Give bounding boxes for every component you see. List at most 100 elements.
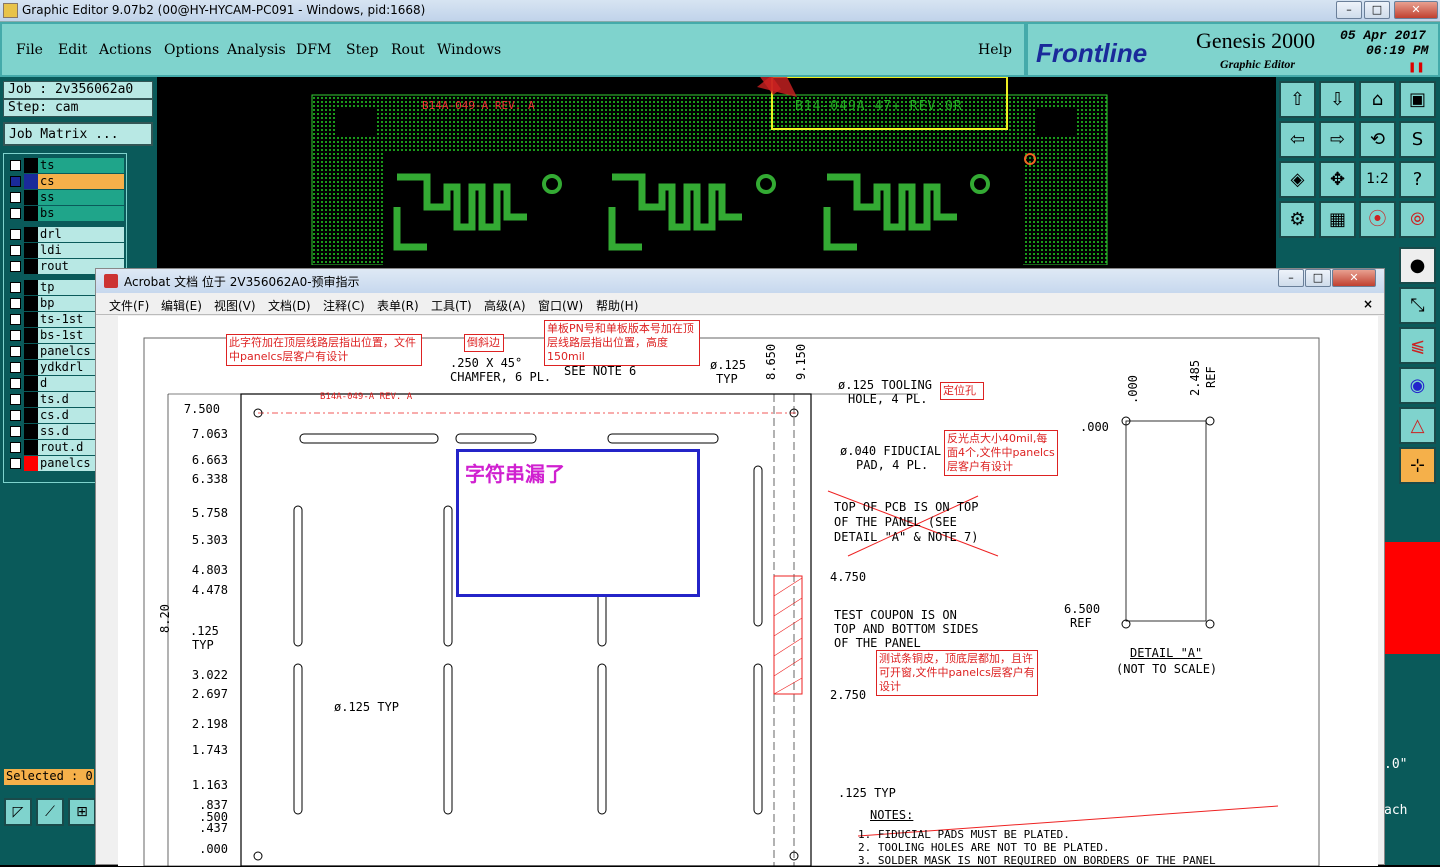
- layer-checkbox[interactable]: [10, 229, 21, 240]
- layer-checkbox[interactable]: [10, 394, 21, 405]
- canvas-label-right: B14-049A-47+ REV:0R: [795, 99, 963, 114]
- acro-menu-edit[interactable]: 编辑(E): [161, 297, 202, 314]
- scale-icon[interactable]: 1:2: [1359, 161, 1396, 198]
- layer-row-ss[interactable]: ss: [6, 190, 124, 205]
- job-matrix-button[interactable]: Job Matrix ...: [3, 122, 153, 146]
- layer-checkbox[interactable]: [10, 208, 21, 219]
- layer-checkbox[interactable]: [10, 160, 21, 171]
- redraw-icon[interactable]: ⟲: [1359, 121, 1396, 158]
- dia-125-typ: TYP: [716, 372, 738, 386]
- acro-menu-window[interactable]: 窗口(W): [538, 297, 583, 314]
- graphic-canvas[interactable]: B14A-049-A REV. A B14-049A-47+ REV:0R: [157, 44, 1280, 266]
- acro-menu-document[interactable]: 文档(D): [268, 297, 311, 314]
- pan-left-icon[interactable]: ⇦: [1279, 121, 1316, 158]
- layer-checkbox[interactable]: [10, 314, 21, 325]
- acro-menu-help[interactable]: 帮助(H): [596, 297, 638, 314]
- align-icon[interactable]: ⫹: [1399, 327, 1436, 364]
- window-icon[interactable]: ▣: [1399, 81, 1436, 118]
- page-up-icon[interactable]: ⇧: [1279, 81, 1316, 118]
- acro-menu-advanced[interactable]: 高级(A): [484, 297, 526, 314]
- maximize-button[interactable]: □: [1364, 1, 1390, 19]
- annotation-2[interactable]: 倒斜边: [464, 334, 504, 352]
- acro-menu-tools[interactable]: 工具(T): [431, 297, 472, 314]
- acro-menu-comment[interactable]: 注释(C): [323, 297, 365, 314]
- layer-row-ldi[interactable]: ldi: [6, 243, 124, 258]
- layer-checkbox[interactable]: [10, 330, 21, 341]
- home-icon[interactable]: ⌂: [1359, 81, 1396, 118]
- annotation-1[interactable]: 此字符加在顶层线路层指出位置，文件中panelcs层客户有设计: [226, 334, 422, 366]
- vertical-dim: 8.20: [158, 604, 172, 633]
- select-icon[interactable]: ⊹: [1399, 447, 1436, 484]
- zoom-in-icon[interactable]: ✥: [1319, 161, 1356, 198]
- grid-view-icon[interactable]: ▦: [1319, 201, 1356, 238]
- layer-checkbox[interactable]: [10, 426, 21, 437]
- close-button[interactable]: ✕: [1394, 1, 1438, 19]
- grid-icon[interactable]: ⊞: [68, 798, 96, 826]
- connect-icon[interactable]: ⤡: [1399, 287, 1436, 324]
- menu-windows[interactable]: Windows: [437, 42, 501, 58]
- layer-checkbox[interactable]: [10, 346, 21, 357]
- pdf-icon: [104, 274, 118, 288]
- layer-checkbox[interactable]: [10, 442, 21, 453]
- canvas-label-left: B14A-049-A REV. A: [422, 99, 535, 112]
- record-icon[interactable]: ●: [1399, 247, 1436, 284]
- snap-icon[interactable]: ⦾: [1399, 201, 1436, 238]
- help-icon[interactable]: ?: [1399, 161, 1436, 198]
- layer-checkbox[interactable]: [10, 458, 21, 469]
- annotation-5[interactable]: 反光点大小40mil,每面4个,文件中panelcs层客户有设计: [944, 430, 1058, 476]
- layer-checkbox[interactable]: [10, 410, 21, 421]
- layer-checkbox[interactable]: [10, 298, 21, 309]
- menu-dfm[interactable]: DFM: [296, 42, 331, 58]
- annotation-6[interactable]: 测试条铜皮，顶底层都加，且许可开窗,文件中panelcs层客户有设计: [876, 650, 1038, 696]
- zoom-fit-icon[interactable]: ◈: [1279, 161, 1316, 198]
- layer-checkbox[interactable]: [10, 261, 21, 272]
- acrobat-minimize-button[interactable]: –: [1278, 269, 1304, 287]
- menu-options[interactable]: Options: [164, 42, 219, 58]
- page-down-icon[interactable]: ⇩: [1319, 81, 1356, 118]
- menu-help[interactable]: Help: [978, 42, 1012, 58]
- minimize-button[interactable]: –: [1336, 1, 1362, 19]
- menu-file[interactable]: File: [16, 42, 43, 58]
- product-subtitle: Graphic Editor: [1220, 57, 1296, 71]
- window-titlebar: Graphic Editor 9.07b2 (00@HY-HYCAM-PC091…: [0, 0, 1440, 22]
- note-3: 3. SOLDER MASK IS NOT REQUIRED ON BORDER…: [858, 854, 1216, 867]
- acro-menu-forms[interactable]: 表单(R): [377, 297, 419, 314]
- acro-menu-view[interactable]: 视图(V): [214, 297, 256, 314]
- annotation-3[interactable]: 单板PN号和单板版本号加在顶层线路层指出位置，高度150mil: [544, 320, 700, 366]
- shapes-icon[interactable]: ◉: [1399, 367, 1436, 404]
- layer-checkbox[interactable]: [10, 176, 21, 187]
- settings-icon[interactable]: ⚙: [1279, 201, 1316, 238]
- pan-right-icon[interactable]: ⇨: [1319, 121, 1356, 158]
- missing-string-text: 字符串漏了: [465, 462, 565, 486]
- layer-color-swatch: [24, 243, 38, 258]
- layer-checkbox[interactable]: [10, 282, 21, 293]
- menu-rout[interactable]: Rout: [391, 42, 425, 58]
- detail-a-label: DETAIL "A": [1130, 646, 1203, 660]
- annotation-4[interactable]: 定位孔: [940, 382, 984, 400]
- triangle-icon[interactable]: △: [1399, 407, 1436, 444]
- layer-checkbox[interactable]: [10, 245, 21, 256]
- layer-row-bs[interactable]: bs: [6, 206, 124, 221]
- layer-row-drl[interactable]: drl: [6, 227, 124, 242]
- dim-125: .125: [190, 624, 219, 638]
- menu-step[interactable]: Step: [346, 42, 378, 58]
- menu-edit[interactable]: Edit: [58, 42, 87, 58]
- layer-checkbox[interactable]: [10, 192, 21, 203]
- measure-icon[interactable]: ⟋: [36, 798, 64, 826]
- layers-icon[interactable]: ⦿: [1359, 201, 1396, 238]
- acrobat-close-button[interactable]: ✕: [1332, 269, 1376, 287]
- acrobat-maximize-button[interactable]: □: [1305, 269, 1331, 287]
- detail-ref-v: REF: [1204, 366, 1218, 388]
- zoom-area-icon[interactable]: ◸: [4, 798, 32, 826]
- layer-color-swatch: [24, 392, 38, 407]
- acro-doc-close-icon[interactable]: ×: [1363, 297, 1373, 311]
- menu-actions[interactable]: Actions: [99, 42, 152, 58]
- layer-color-swatch: [24, 206, 38, 221]
- layer-row-ts[interactable]: ts: [6, 158, 124, 173]
- layer-checkbox[interactable]: [10, 362, 21, 373]
- layer-checkbox[interactable]: [10, 378, 21, 389]
- s-icon[interactable]: S: [1399, 121, 1436, 158]
- layer-row-cs[interactable]: cs: [6, 174, 124, 189]
- menu-analysis[interactable]: Analysis: [227, 42, 286, 58]
- acro-menu-file[interactable]: 文件(F): [109, 297, 149, 314]
